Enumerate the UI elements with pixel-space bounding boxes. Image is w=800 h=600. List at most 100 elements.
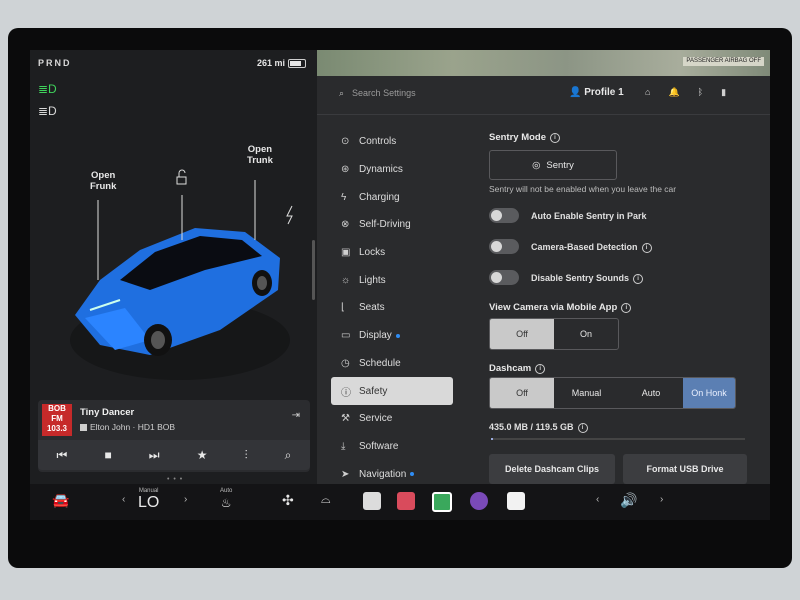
- media-source-icon[interactable]: ⇥: [292, 410, 300, 421]
- status-bar: PRND 261 mi: [30, 50, 317, 76]
- nav-controls[interactable]: ⊙ Controls: [331, 128, 471, 156]
- fan-icon[interactable]: ✣: [282, 492, 294, 509]
- storage-bar: [491, 438, 745, 440]
- settings-nav: ⊙ Controls ⊛ Dynamics ϟ Charging ⊗ Self-Driv…: [331, 128, 471, 488]
- profile-button[interactable]: 👤 Profile 1: [569, 87, 624, 98]
- view-camera-on[interactable]: On: [554, 319, 618, 349]
- dashcam-heading: Dashcam i: [489, 363, 546, 374]
- nav-locks[interactable]: ▣ Locks: [331, 239, 471, 267]
- sentry-note: Sentry will not be enabled when you leav…: [489, 184, 677, 194]
- sentry-button[interactable]: ◎ Sentry: [489, 150, 617, 180]
- defrost-icon[interactable]: ⌓: [321, 492, 331, 507]
- temperature-control[interactable]: Manual LO: [138, 488, 159, 512]
- nav-display[interactable]: ▭ Display: [331, 322, 471, 350]
- camera-detection-label: Camera-Based Detection i: [531, 242, 652, 253]
- dashcam-manual[interactable]: Manual: [554, 378, 619, 408]
- dashcam-on-honk[interactable]: On Honk: [683, 378, 735, 408]
- delete-dashcam-clips-button[interactable]: Delete Dashcam Clips: [489, 454, 615, 484]
- download-icon: ⤓: [341, 440, 346, 452]
- toybox-app-icon[interactable]: [363, 492, 381, 510]
- seat-heater-control[interactable]: Auto ♨: [220, 488, 232, 512]
- touchscreen: PRND 261 mi ≣D ≣D Open Frunk Open Trunk …: [30, 50, 770, 520]
- artist-text: Elton John · HD1 BOB: [90, 422, 176, 432]
- temp-up-icon[interactable]: ›: [184, 494, 187, 505]
- prev-icon[interactable]: ⏮: [57, 448, 68, 463]
- seat-heat-mode-label: Auto: [220, 488, 233, 494]
- car-visualization: Open Frunk Open Trunk: [30, 140, 317, 400]
- profile-label: Profile 1: [584, 87, 624, 98]
- seat-heater-icon: ♨: [220, 496, 232, 510]
- storage-bar-fill: [491, 438, 493, 440]
- update-dot: [395, 333, 400, 338]
- stop-icon[interactable]: ■: [104, 448, 111, 462]
- temp-value: LO: [138, 494, 160, 511]
- sentry-icon: ◎: [532, 159, 541, 171]
- disable-sentry-sounds-toggle[interactable]: [489, 270, 519, 285]
- search-icon[interactable]: ⌕: [285, 448, 292, 463]
- car-icon[interactable]: 🚘: [52, 492, 69, 509]
- favorite-icon[interactable]: ★: [197, 448, 208, 462]
- car-image: [70, 169, 293, 380]
- trunk-label: Open Trunk: [247, 144, 273, 166]
- hd-radio-icon: [80, 424, 87, 431]
- info-icon[interactable]: i: [577, 423, 588, 433]
- calendar-app-icon[interactable]: [507, 492, 525, 510]
- dashcam-off[interactable]: Off: [490, 378, 554, 408]
- nav-dynamics[interactable]: ⊛ Dynamics: [331, 156, 471, 184]
- bell-icon[interactable]: 🔔: [668, 87, 679, 98]
- volume-down-icon[interactable]: ‹: [596, 494, 599, 505]
- map-strip[interactable]: PASSENGER AIRBAG OFF: [317, 50, 770, 76]
- gear-indicator: PRND: [38, 58, 72, 68]
- settings-header: ⌕ Search Settings 👤 Profile 1 ⌂ 🔔 ᛒ ▮: [317, 76, 770, 115]
- open-trunk-button[interactable]: Open Trunk: [247, 144, 273, 166]
- nav-service[interactable]: ⚒ Service: [331, 405, 471, 433]
- camera-detection-toggle[interactable]: [489, 239, 519, 254]
- equalizer-icon[interactable]: ⫶: [245, 448, 248, 463]
- info-icon[interactable]: i: [535, 364, 546, 374]
- home-icon[interactable]: ⌂: [645, 87, 650, 98]
- sentry-mode-heading: Sentry Mode i: [489, 132, 561, 143]
- temp-down-icon[interactable]: ‹: [122, 494, 125, 505]
- info-icon[interactable]: i: [621, 303, 632, 313]
- format-usb-button[interactable]: Format USB Drive: [623, 454, 747, 484]
- nav-charging[interactable]: ϟ Charging: [331, 183, 471, 211]
- disable-sentry-sounds-label: Disable Sentry Sounds i: [531, 273, 644, 284]
- view-camera-selector: Off On: [489, 318, 619, 350]
- nav-seats[interactable]: ⌊ Seats: [331, 294, 471, 322]
- toggle-icon: ⊙: [341, 136, 350, 148]
- view-camera-off[interactable]: Off: [490, 319, 554, 349]
- info-icon[interactable]: i: [633, 274, 644, 284]
- nav-self-driving[interactable]: ⊗ Self-Driving: [331, 211, 471, 239]
- frunk-label: Open Frunk: [90, 170, 117, 192]
- info-icon[interactable]: i: [550, 133, 561, 143]
- clock-icon: ◷: [341, 357, 350, 369]
- apps-icon[interactable]: [432, 492, 452, 512]
- passenger-airbag-status: PASSENGER AIRBAG OFF: [683, 57, 764, 66]
- search-settings[interactable]: ⌕ Search Settings: [339, 88, 416, 99]
- nav-schedule[interactable]: ◷ Schedule: [331, 350, 471, 378]
- bluetooth-icon[interactable]: ᛒ: [698, 87, 703, 98]
- dashcam-auto[interactable]: Auto: [619, 378, 683, 408]
- nav-lights[interactable]: ☼ Lights: [331, 266, 471, 294]
- volume-up-icon[interactable]: ›: [660, 494, 663, 505]
- nav-software[interactable]: ⤓ Software: [331, 433, 471, 461]
- bolt-icon: ϟ: [341, 191, 347, 203]
- info-icon[interactable]: i: [641, 243, 652, 253]
- lte-signal-icon: ▮: [721, 87, 727, 97]
- safety-icon: ⓘ: [341, 387, 351, 399]
- wrench-icon: ⚒: [341, 413, 350, 425]
- volume-icon[interactable]: 🔊: [620, 492, 637, 509]
- next-icon[interactable]: ⏭: [149, 448, 160, 463]
- headlights-on-icon: ≣D: [38, 82, 57, 96]
- panel-scrollbar[interactable]: [312, 240, 315, 300]
- navigation-icon: ➤: [341, 468, 350, 480]
- display-icon: ▭: [341, 330, 351, 342]
- station-logo: BOB FM 103.3: [42, 404, 72, 436]
- nav-safety[interactable]: ⓘ Safety: [331, 377, 453, 405]
- open-frunk-button[interactable]: Open Frunk: [90, 170, 116, 192]
- bottom-dock: 🚘 ‹ Manual LO › Auto ♨ ✣ ⌓ ‹ 🔊 ›: [30, 484, 770, 520]
- auto-enable-sentry-toggle[interactable]: [489, 208, 519, 223]
- camera-app-icon[interactable]: [470, 492, 488, 510]
- music-app-icon[interactable]: [397, 492, 415, 510]
- media-controls: ⏮ ■ ⏭ ★ ⫶ ⌕: [38, 440, 310, 470]
